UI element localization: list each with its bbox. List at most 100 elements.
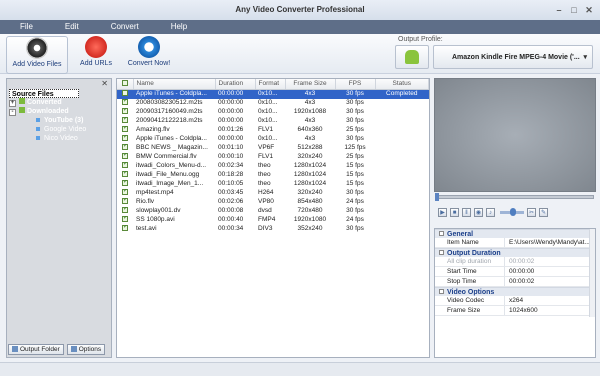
menu-help[interactable]: Help <box>149 20 187 34</box>
maximize-icon[interactable]: □ <box>569 5 579 15</box>
row-checkbox[interactable] <box>117 116 133 126</box>
row-checkbox[interactable] <box>117 143 133 153</box>
table-row[interactable]: BBC NEWS _ Magazin... 00:01:10 VP6F 512x288… <box>117 143 429 153</box>
close-icon[interactable]: ✕ <box>101 79 108 88</box>
table-row[interactable]: 20090317160049.m2ts 00:00:00 0x10... 1920x1… <box>117 107 429 117</box>
cell-name: Amazing.flv <box>136 126 170 133</box>
collapse-icon[interactable]: - <box>9 109 16 116</box>
add-video-button[interactable]: Add Video Files <box>6 36 68 74</box>
effects-icon[interactable]: ✎ <box>539 207 548 217</box>
cell-format: VP80 <box>258 198 274 205</box>
row-checkbox[interactable] <box>117 107 133 117</box>
table-row[interactable]: 20080308230512.m2ts 00:00:00 0x10... 4x3 30 … <box>117 98 429 108</box>
stop-icon[interactable]: ■ <box>450 207 459 217</box>
cell-format: DIV3 <box>258 225 273 232</box>
tree-item-nico-video[interactable]: Nico Video <box>9 134 109 143</box>
column-header-duration[interactable]: Duration <box>215 79 256 90</box>
cell-status <box>375 99 429 108</box>
section-general[interactable]: General <box>435 229 595 238</box>
row-checkbox[interactable] <box>117 179 133 189</box>
cell-format: H264 <box>258 189 274 196</box>
menu-file[interactable]: File <box>0 20 33 34</box>
row-checkbox[interactable] <box>117 197 133 207</box>
menu-convert[interactable]: Convert <box>89 20 139 34</box>
prop-stop-time[interactable]: Stop Time 00:00:02 <box>435 277 595 287</box>
play-icon[interactable]: ▶ <box>438 207 447 217</box>
options-button[interactable]: Options <box>66 344 106 355</box>
profile-device-button[interactable] <box>395 45 429 69</box>
row-checkbox[interactable] <box>117 152 133 162</box>
section-video-options[interactable]: Video Options <box>435 287 595 296</box>
row-checkbox[interactable] <box>117 134 133 144</box>
cell-frame-size: 1920x1080 <box>293 216 327 223</box>
output-profile-select[interactable]: Amazon Kindle Fire MPEG-4 Movie ('... ▾ <box>433 45 593 69</box>
table-row[interactable]: itwadi_File_Menu.ogg 00:18:28 theo 1280x102… <box>117 170 429 180</box>
row-checkbox[interactable] <box>117 125 133 135</box>
table-row[interactable]: 20090412122218.m2ts 00:00:00 0x10... 4x3 30 … <box>117 116 429 126</box>
cell-status <box>375 189 429 198</box>
add-urls-button[interactable]: Add URLs <box>74 36 118 74</box>
snapshot-icon[interactable]: ◉ <box>474 207 483 217</box>
prop-item-name[interactable]: Item Name E:\Users\Wendy\Mandy\at... <box>435 238 595 248</box>
select-all-checkbox[interactable] <box>117 79 134 90</box>
volume-icon[interactable]: ♪ <box>486 207 495 217</box>
table-row[interactable]: mp4test.mp4 00:03:45 H264 320x240 30 fps <box>117 188 429 198</box>
cell-fps: 30 fps <box>346 135 364 142</box>
prop-video-codec[interactable]: Video Codec x264 <box>435 296 595 306</box>
clip-icon[interactable]: ✂ <box>527 207 536 217</box>
table-row[interactable]: itwadi_Image_Men_1... 00:10:05 theo 1280x10… <box>117 179 429 189</box>
cell-frame-size: 4x3 <box>304 99 316 106</box>
cell-name: itwadi_Image_Men_1... <box>136 180 204 187</box>
row-checkbox[interactable] <box>117 89 133 99</box>
tree-item-youtube[interactable]: YouTube (3) <box>9 116 109 125</box>
tree-item-downloaded[interactable]: - Downloaded <box>9 107 109 116</box>
close-icon[interactable]: ✕ <box>584 5 594 15</box>
table-row[interactable]: Amazing.flv 00:01:26 FLV1 640x360 25 fps <box>117 125 429 135</box>
section-output-duration[interactable]: Output Duration <box>435 248 595 257</box>
minimize-icon[interactable]: – <box>554 5 564 15</box>
tree-item-source-files[interactable]: Source Files <box>9 89 79 98</box>
row-checkbox[interactable] <box>117 188 133 198</box>
row-checkbox[interactable] <box>117 170 133 180</box>
pause-icon[interactable]: ‖ <box>462 207 471 217</box>
convert-now-button[interactable]: Convert Now! <box>124 36 174 74</box>
properties-scrollbar[interactable] <box>589 229 595 317</box>
table-row[interactable]: itwadi_Colors_Menu-d... 00:02:34 theo 1280x… <box>117 161 429 171</box>
menu-edit[interactable]: Edit <box>43 20 79 34</box>
cell-name: test.avi <box>136 225 157 232</box>
column-header-fps[interactable]: FPS <box>335 79 376 90</box>
table-row[interactable]: slowplay001.dv 00:00:08 dvsd 720x480 30 fps <box>117 206 429 216</box>
expand-icon[interactable]: + <box>9 100 16 107</box>
row-checkbox[interactable] <box>117 224 133 234</box>
tree-item-google-video[interactable]: Google Video <box>9 125 109 134</box>
table-row[interactable]: BMW Commercial.flv 00:00:10 FLV1 320x240 25 … <box>117 152 429 162</box>
column-header-format[interactable]: Format <box>255 79 286 90</box>
tree-item-converted[interactable]: + Converted <box>9 98 109 107</box>
cell-fps: 15 fps <box>346 162 364 169</box>
properties-panel: General Item Name E:\Users\Wendy\Mandy\at… <box>434 228 596 358</box>
cell-fps: 24 fps <box>346 216 364 223</box>
collapse-icon[interactable] <box>439 289 444 294</box>
row-checkbox[interactable] <box>117 215 133 225</box>
prop-start-time[interactable]: Start Time 00:00:00 <box>435 267 595 277</box>
table-row[interactable]: Rio.flv 00:02:06 VP80 854x480 24 fps <box>117 197 429 207</box>
column-header-status[interactable]: Status <box>375 79 429 90</box>
row-checkbox[interactable] <box>117 98 133 108</box>
column-header-frame-size[interactable]: Frame Size <box>285 79 336 90</box>
cell-frame-size: 512x288 <box>297 144 323 151</box>
table-row[interactable]: Apple iTunes - Coldpla...00:00:000x10...… <box>117 134 429 144</box>
cell-name: itwadi_Colors_Menu-d... <box>136 162 207 169</box>
cell-status <box>375 162 429 171</box>
table-row[interactable]: Apple iTunes - Coldpla...00:00:000x10...… <box>117 89 429 99</box>
table-row[interactable]: SS 1080p.avi 00:00:40 FMP4 1920x1080 24 fps <box>117 215 429 225</box>
prop-frame-size[interactable]: Frame Size 1024x600 <box>435 306 595 316</box>
column-header-name[interactable]: Name <box>133 79 216 90</box>
collapse-icon[interactable] <box>439 231 444 236</box>
collapse-icon[interactable] <box>439 250 444 255</box>
row-checkbox[interactable] <box>117 161 133 171</box>
seek-slider[interactable] <box>435 193 594 201</box>
table-row[interactable]: test.avi 00:00:34 DIV3 352x240 30 fps <box>117 224 429 234</box>
volume-slider[interactable] <box>500 207 524 216</box>
row-checkbox[interactable] <box>117 206 133 216</box>
output-folder-button[interactable]: Output Folder <box>8 344 64 355</box>
